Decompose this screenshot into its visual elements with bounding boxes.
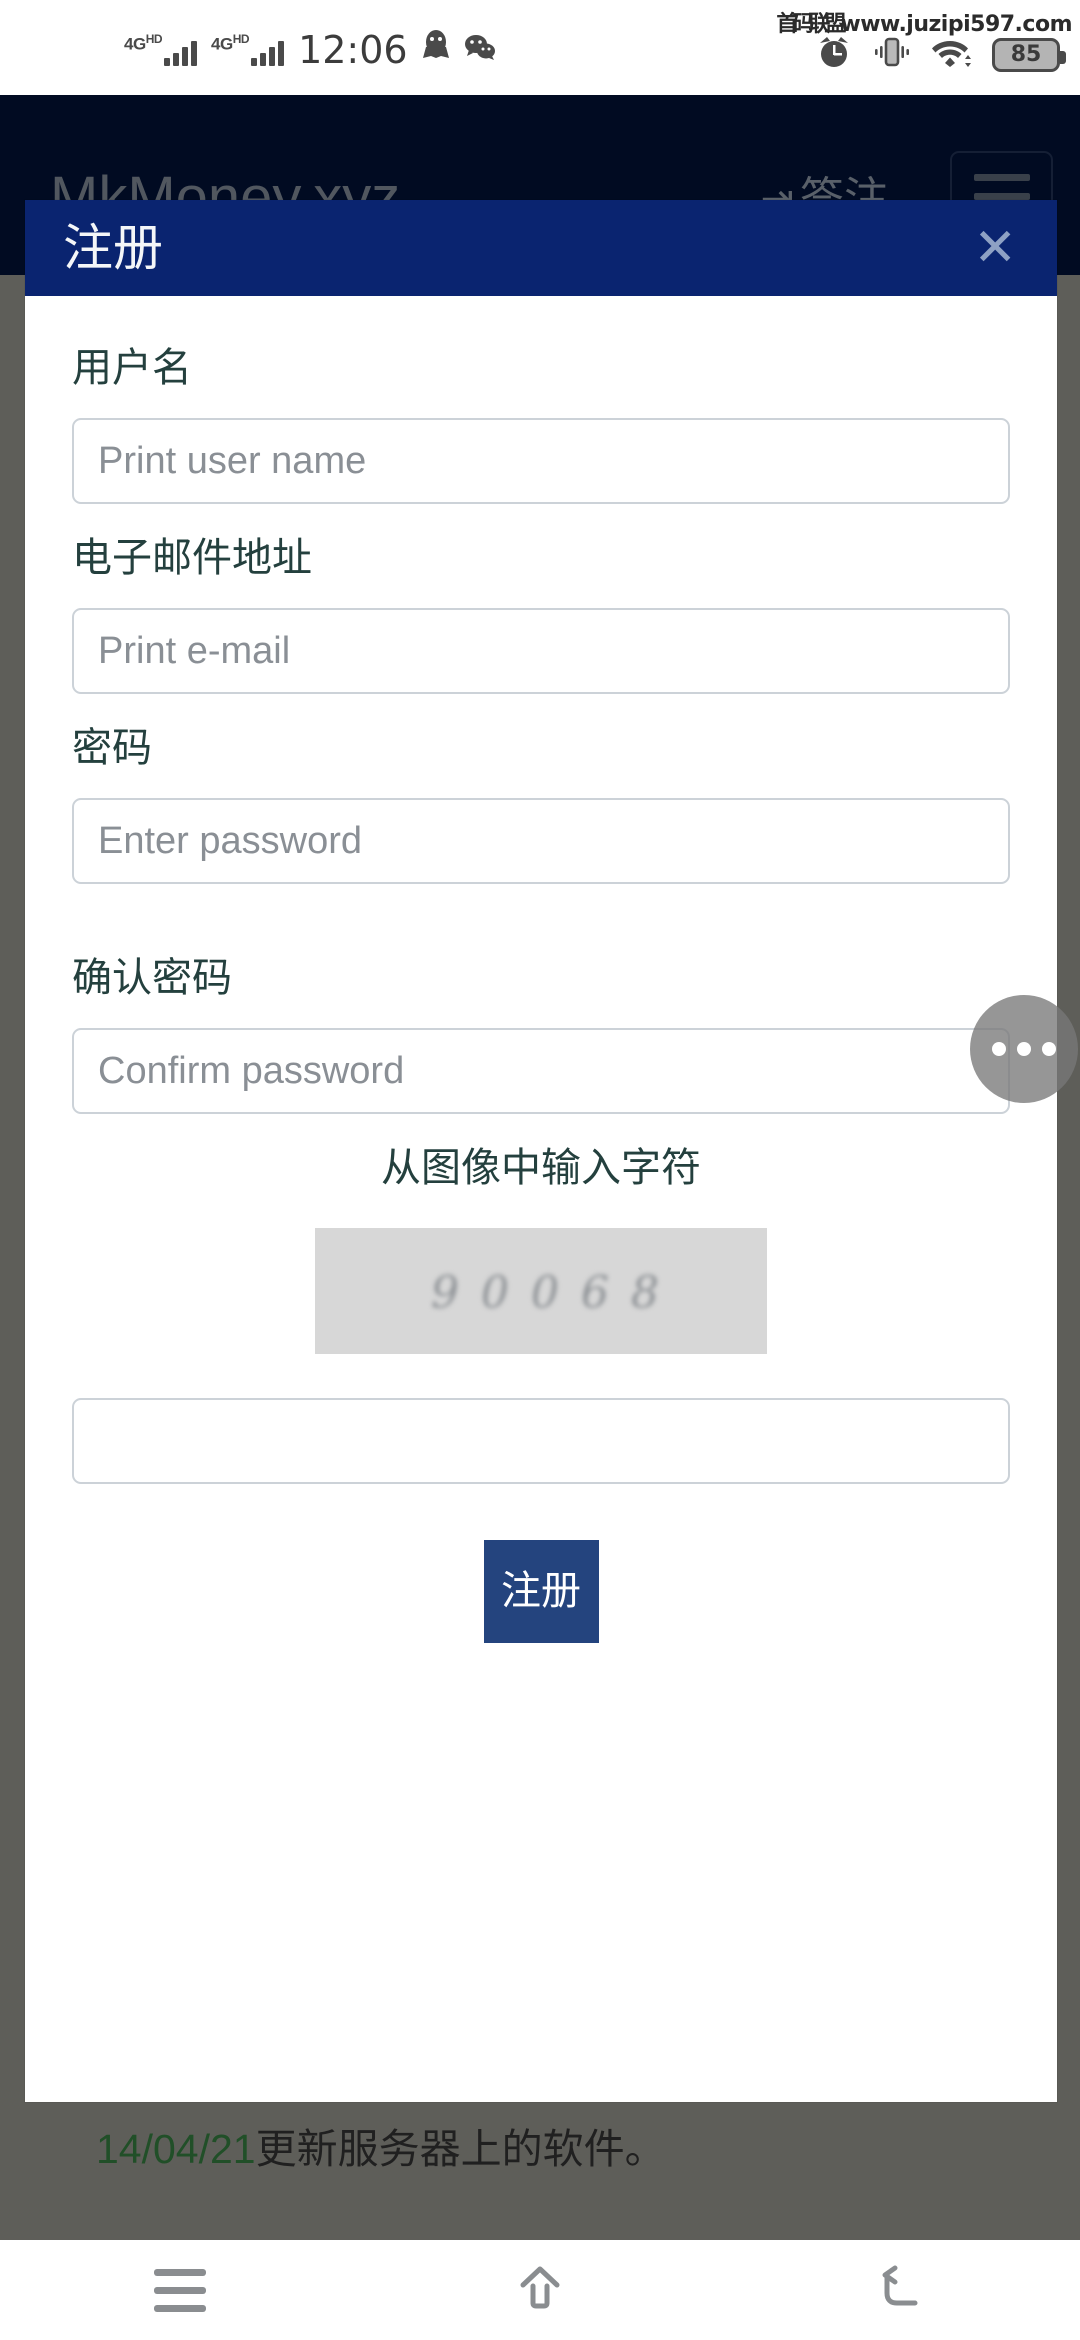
register-modal: 注册 ✕ 用户名 电子邮件地址 密码 确认密码 从图像中输入字符: [25, 200, 1057, 2102]
wechat-icon: [464, 33, 496, 66]
sim2-network-label: 4GHD: [211, 32, 250, 54]
wifi-icon: [932, 35, 972, 74]
sim1-signal-bars: [164, 40, 198, 66]
field-password: 密码: [72, 728, 1010, 884]
captcha-code-text: 90068: [431, 1267, 681, 1319]
vibrate-mode-icon: [872, 34, 912, 75]
password-input[interactable]: [72, 798, 1010, 884]
recents-icon: [154, 2268, 206, 2312]
field-label-username: 用户名: [72, 345, 192, 391]
nav-home-button[interactable]: [460, 2240, 620, 2340]
phone-screen: 4GHD 4GHD 12:06 85 首码联盟www.juzipi597.com…: [0, 0, 1080, 2340]
captcha-image[interactable]: 90068: [315, 1228, 767, 1354]
sim1-network-label: 4GHD: [124, 32, 163, 54]
watermark-text: 首码联盟www.juzipi597.com: [776, 12, 1072, 37]
field-label-email: 电子邮件地址: [72, 535, 312, 581]
alarm-clock-icon: [816, 34, 852, 75]
sim1-signal: 4GHD: [124, 33, 198, 66]
sim2-signal: 4GHD: [211, 33, 285, 66]
field-confirm-password: 确认密码: [72, 958, 1010, 1114]
field-label-password: 密码: [72, 725, 152, 771]
sim2-signal-bars: [251, 40, 285, 66]
battery-indicator: 85: [992, 37, 1066, 72]
confirm-password-input[interactable]: [72, 1028, 1010, 1114]
field-username: 用户名: [72, 348, 1010, 504]
nav-back-button[interactable]: [820, 2240, 980, 2340]
captcha-input[interactable]: [72, 1398, 1010, 1484]
modal-header: 注册 ✕: [25, 200, 1057, 296]
status-bar-right: 85: [816, 34, 1066, 75]
username-input[interactable]: [72, 418, 1010, 504]
status-bar-left: 4GHD 4GHD 12:06: [124, 28, 496, 72]
modal-body: 用户名 电子邮件地址 密码 确认密码 从图像中输入字符 90068: [25, 296, 1057, 1703]
submit-row: 注册: [72, 1540, 1010, 1703]
captcha-prompt: 从图像中输入字符: [381, 1145, 701, 1191]
register-submit-button[interactable]: 注册: [483, 1540, 599, 1643]
qq-penguin-icon: [422, 29, 450, 66]
home-icon: [511, 2259, 569, 2322]
status-bar: 4GHD 4GHD 12:06 85 首码联盟www.juzipi597.com: [0, 0, 1080, 95]
battery-percent-label: 85: [1010, 41, 1042, 67]
close-icon[interactable]: ✕: [973, 222, 1017, 274]
field-label-confirm-password: 确认密码: [72, 955, 232, 1001]
modal-title: 注册: [63, 219, 163, 277]
field-email: 电子邮件地址: [72, 538, 1010, 694]
email-input[interactable]: [72, 608, 1010, 694]
status-bar-clock: 12:06: [298, 28, 408, 72]
captcha-block: 从图像中输入字符 90068: [72, 1148, 1010, 1484]
android-nav-bar: [0, 2240, 1080, 2340]
nav-recents-button[interactable]: [100, 2240, 260, 2340]
back-icon: [871, 2259, 929, 2322]
more-dots-icon[interactable]: [970, 995, 1078, 1103]
